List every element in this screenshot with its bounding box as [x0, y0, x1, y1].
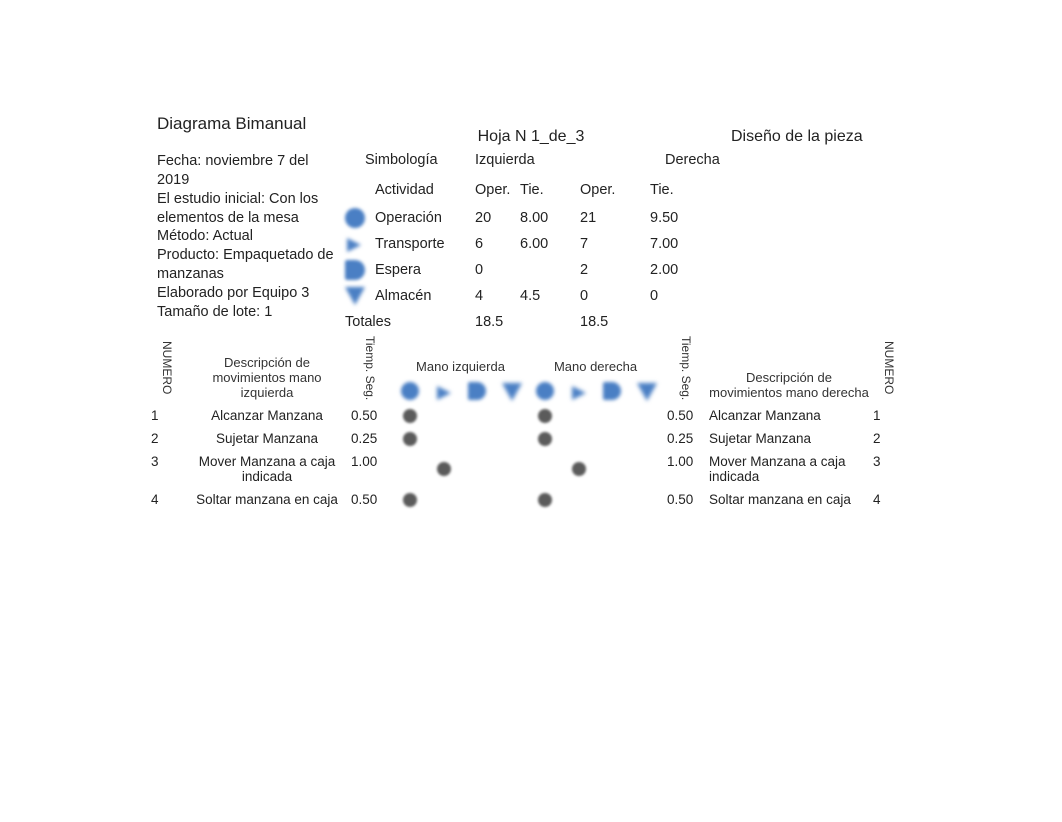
row-marks — [393, 492, 663, 507]
info-elaborado: Elaborado por Equipo 3 — [157, 284, 335, 303]
info-metodo: Método: Actual — [157, 227, 335, 246]
d-icon — [468, 382, 486, 400]
mark-dot — [403, 409, 417, 423]
circle-icon — [345, 208, 365, 228]
mark-dot — [403, 432, 417, 446]
triangle-icon — [502, 382, 520, 400]
sym-row: Espera 0 2 2.00 — [345, 260, 911, 280]
row-time-right: 1.00 — [667, 454, 705, 469]
row-desc-left: Alcanzar Manzana — [187, 408, 347, 423]
mark-dot — [572, 462, 586, 476]
row-num-right: 4 — [873, 492, 905, 507]
col-tiemp-l: Tiemp. Seg. — [363, 336, 377, 400]
row-time-left: 0.50 — [351, 492, 389, 507]
detail-row: 2 Sujetar Manzana 0.25 0.25 Sujetar Manzana 2 — [151, 431, 911, 446]
col-actividad: Actividad — [375, 182, 475, 198]
sym-izq: Izquierda — [475, 152, 595, 168]
col-tiemp-r: Tiemp. Seg. — [679, 336, 693, 400]
mark-dot — [538, 409, 552, 423]
row-desc-right: Sujetar Manzana — [709, 431, 869, 446]
arrow-icon — [570, 382, 588, 400]
row-time-right: 0.25 — [667, 431, 705, 446]
col-numero-l: NUMERO — [160, 341, 174, 394]
lbl-mano-der: Mano derecha — [528, 359, 663, 374]
row-time-right: 0.50 — [667, 408, 705, 423]
row-marks — [393, 408, 663, 423]
info-block: Fecha: noviembre 7 del 2019 El estudio i… — [151, 152, 341, 322]
row-time-right: 0.50 — [667, 492, 705, 507]
row-desc-right: Mover Manzana a caja indicada — [709, 454, 869, 484]
design-label: Diseño de la pieza — [721, 110, 911, 146]
detail-row: 3 Mover Manzana a caja indicada 1.00 1.00 Mo… — [151, 454, 911, 484]
row-num-left: 4 — [151, 492, 183, 507]
row-num-right: 3 — [873, 454, 905, 469]
sym-row: Transporte 6 6.00 7 7.00 — [345, 234, 911, 254]
circle-icon — [536, 382, 554, 400]
row-desc-right: Soltar manzana en caja — [709, 492, 869, 507]
col-tie-l: Tie. — [520, 182, 580, 198]
row-num-right: 1 — [873, 408, 905, 423]
sym-der: Derecha — [665, 152, 765, 168]
row-time-left: 0.50 — [351, 408, 389, 423]
col-numero-r: NUMERO — [882, 341, 896, 394]
row-desc-left: Soltar manzana en caja — [187, 492, 347, 507]
bimanual-chart: Diagrama Bimanual Hoja N 1_de_3 Diseño d… — [151, 110, 911, 507]
row-num-left: 1 — [151, 408, 183, 423]
info-lote: Tamaño de lote: 1 — [157, 303, 335, 322]
d-icon — [345, 260, 365, 280]
info-fecha: Fecha: noviembre 7 del 2019 — [157, 152, 335, 190]
totals-row: Totales 18.5 18.5 — [345, 314, 911, 330]
doc-title: Diagrama Bimanual — [151, 110, 341, 144]
row-desc-right: Alcanzar Manzana — [709, 408, 869, 423]
arrow-icon — [435, 382, 453, 400]
mark-dot — [403, 493, 417, 507]
d-icon — [603, 382, 621, 400]
row-num-right: 2 — [873, 431, 905, 446]
arrow-icon — [345, 234, 365, 254]
col-tie-r: Tie. — [650, 182, 720, 198]
row-desc-left: Sujetar Manzana — [187, 431, 347, 446]
circle-icon — [401, 382, 419, 400]
detail-row: 4 Soltar manzana en caja 0.50 0.50 Soltar ma… — [151, 492, 911, 507]
symbology-block: Simbología Izquierda Derecha Actividad O… — [341, 152, 911, 330]
col-desc-izq: Descripción de movimientos mano izquierd… — [187, 355, 347, 400]
col-oper-r: Oper. — [580, 182, 650, 198]
row-num-left: 3 — [151, 454, 183, 469]
detail-table: NUMERO Descripción de movimientos mano i… — [151, 336, 911, 507]
sheet-label: Hoja N 1_de_3 — [341, 110, 721, 146]
symbol-header-row — [393, 382, 663, 400]
info-producto: Producto: Empaquetado de manzanas — [157, 246, 335, 284]
row-time-left: 0.25 — [351, 431, 389, 446]
triangle-icon — [637, 382, 655, 400]
sym-label: Simbología — [345, 152, 475, 168]
mark-dot — [437, 462, 451, 476]
row-time-left: 1.00 — [351, 454, 389, 469]
lbl-mano-izq: Mano izquierda — [393, 359, 528, 374]
col-desc-der: Descripción de movimientos mano derecha — [709, 370, 869, 400]
row-marks — [393, 454, 663, 484]
row-desc-left: Mover Manzana a caja indicada — [187, 454, 347, 484]
sym-row: Almacén 4 4.5 0 0 — [345, 286, 911, 306]
mark-dot — [538, 432, 552, 446]
mark-dot — [538, 493, 552, 507]
info-estudio: El estudio inicial: Con los elementos de… — [157, 190, 335, 228]
row-marks — [393, 431, 663, 446]
triangle-icon — [345, 286, 365, 306]
col-oper-l: Oper. — [475, 182, 520, 198]
detail-row: 1 Alcanzar Manzana 0.50 0.50 Alcanzar Manzan… — [151, 408, 911, 423]
sym-row: Operación 20 8.00 21 9.50 — [345, 208, 911, 228]
row-num-left: 2 — [151, 431, 183, 446]
